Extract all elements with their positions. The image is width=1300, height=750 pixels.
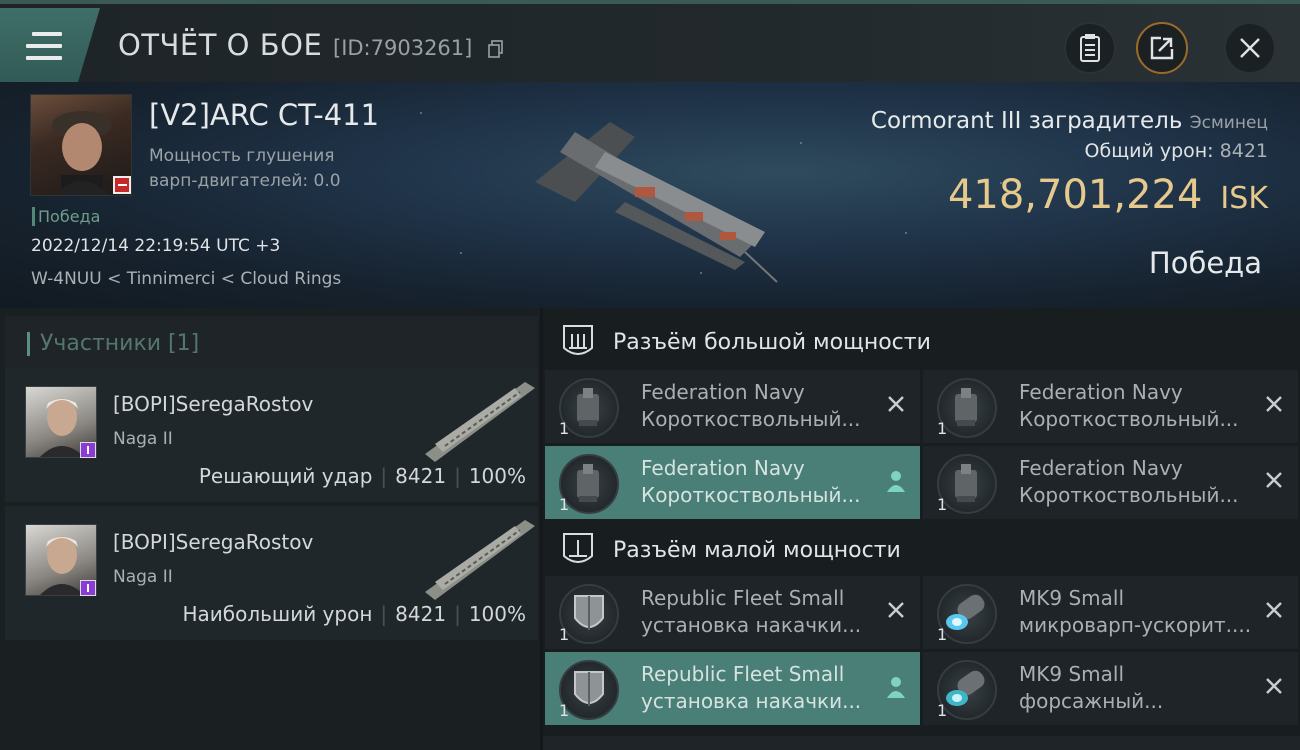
close-icon: [1240, 38, 1260, 58]
low-slot-title: Разъём малой мощности: [613, 538, 901, 563]
result-tag: Победа: [32, 207, 100, 226]
participant-damage: 8421: [395, 602, 447, 626]
victim-ship-image[interactable]: [515, 92, 785, 292]
isk-value: 418,701,224 ISK: [947, 172, 1268, 218]
module-slot[interactable]: 1 Federation Navy Короткоствольный...: [923, 370, 1298, 443]
module-quantity: 1: [937, 419, 948, 438]
next-section-peek: [543, 736, 1300, 750]
module-quantity: 1: [559, 701, 570, 720]
dropped-user-icon: [887, 677, 905, 698]
copy-icon[interactable]: [488, 40, 504, 58]
participant-role: Наибольший урон: [182, 602, 373, 626]
module-slot[interactable]: 1 Republic Fleet Small установка накачки.…: [545, 576, 920, 649]
participants-panel: Участники [1] [BOPI]SeregaRostov Naga II…: [0, 308, 540, 750]
fitting-panel: Разъём большой мощности 1 Federation Nav…: [543, 308, 1300, 750]
corp-badge: [80, 442, 96, 458]
participant-name[interactable]: [BOPI]SeregaRostov: [113, 530, 313, 554]
module-name: Federation Navy Короткоствольный...: [1019, 456, 1239, 507]
participant-percent: 100%: [468, 464, 526, 488]
low-slot-header: Разъём малой мощности: [543, 520, 1300, 580]
participant-row[interactable]: [BOPI]SeregaRostov Naga II Решающий удар…: [5, 368, 538, 502]
total-damage: Общий урон: 8421: [1084, 140, 1268, 162]
ship-class: Эсминец: [1189, 113, 1268, 133]
module-quantity: 1: [937, 625, 948, 644]
participant-damage: 8421: [395, 464, 447, 488]
participant-percent: 100%: [468, 602, 526, 626]
participant-stats: Решающий удар | 8421 | 100%: [198, 464, 526, 488]
destroyed-icon: [888, 602, 904, 618]
participant-row[interactable]: [BOPI]SeregaRostov Naga II Наибольший ур…: [5, 506, 538, 640]
battle-result: Победа: [1148, 246, 1262, 280]
module-slot[interactable]: 1 MK9 Small форсажный...: [923, 652, 1298, 725]
module-name: Republic Fleet Small установка накачки...: [641, 586, 862, 637]
hostile-badge: [113, 176, 131, 194]
module-quantity: 1: [937, 495, 948, 514]
module-quantity: 1: [559, 495, 570, 514]
participant-ship-image: [425, 520, 535, 600]
module-slot[interactable]: 1 MK9 Small микроварп-ускорит....: [923, 576, 1298, 649]
module-name: Republic Fleet Small установка накачки...: [641, 662, 862, 713]
destroyed-icon: [1266, 472, 1282, 488]
menu-icon: [26, 32, 62, 60]
menu-button[interactable]: [0, 8, 100, 82]
clipboard-button[interactable]: [1064, 22, 1116, 74]
destroyed-icon: [1266, 602, 1282, 618]
victim-pilot-name[interactable]: [V2]ARC CT-411: [149, 98, 379, 132]
participant-name[interactable]: [BOPI]SeregaRostov: [113, 392, 313, 416]
module-slot[interactable]: 1 Republic Fleet Small установка накачки.…: [545, 652, 920, 725]
destroyed-icon: [1266, 396, 1282, 412]
page-title: ОТЧЁТ О БОЕ: [118, 28, 323, 62]
high-slot-icon: [563, 325, 593, 355]
victim-banner: [V2]ARC CT-411 Мощность глушения варп-дв…: [0, 82, 1300, 308]
module-name: Federation Navy Короткоствольный...: [1019, 380, 1239, 431]
share-icon: [1150, 36, 1174, 60]
module-name: MK9 Small форсажный...: [1019, 662, 1164, 713]
report-header: ОТЧЁТ О БОЕ [ID:7903261]: [0, 0, 1300, 82]
warp-scramble-strength: Мощность глушения варп-двигателей: 0.0: [149, 146, 341, 191]
module-slot[interactable]: 1 Federation Navy Короткоствольный...: [545, 370, 920, 443]
kill-location[interactable]: W-4NUU < Tinnimerci < Cloud Rings: [31, 269, 341, 289]
module-name: Federation Navy Короткоствольный...: [641, 456, 861, 507]
participant-role: Решающий удар: [198, 464, 373, 488]
module-quantity: 1: [559, 419, 570, 438]
module-quantity: 1: [559, 625, 570, 644]
dropped-user-icon: [887, 471, 905, 492]
low-slot-icon: [563, 533, 593, 563]
participant-ship: Naga II: [113, 429, 173, 449]
module-slot[interactable]: 1 Federation Navy Короткоствольный...: [545, 446, 920, 519]
module-quantity: 1: [937, 701, 948, 720]
module-slot[interactable]: 1 Federation Navy Короткоствольный...: [923, 446, 1298, 519]
high-slot-title: Разъём большой мощности: [613, 330, 931, 355]
share-button[interactable]: [1136, 22, 1188, 74]
destroyed-icon: [1266, 678, 1282, 694]
participants-title: Участники [1]: [27, 332, 199, 356]
high-slot-header: Разъём большой мощности: [543, 312, 1300, 372]
participant-ship: Naga II: [113, 567, 173, 587]
report-id: [ID:7903261]: [333, 36, 473, 60]
destroyed-icon: [888, 396, 904, 412]
victim-ship-name[interactable]: Cormorant III заградитель Эсминец: [871, 108, 1268, 134]
participant-stats: Наибольший урон | 8421 | 100%: [182, 602, 526, 626]
participant-ship-image: [425, 382, 535, 462]
close-button[interactable]: [1224, 22, 1276, 74]
module-name: Federation Navy Короткоствольный...: [641, 380, 861, 431]
clipboard-icon: [1080, 34, 1100, 62]
kill-datetime: 2022/12/14 22:19:54 UTC +3: [31, 236, 281, 256]
corp-badge: [80, 580, 96, 596]
module-name: MK9 Small микроварп-ускорит....: [1019, 586, 1252, 637]
participants-header: Участники [1]: [5, 316, 538, 371]
